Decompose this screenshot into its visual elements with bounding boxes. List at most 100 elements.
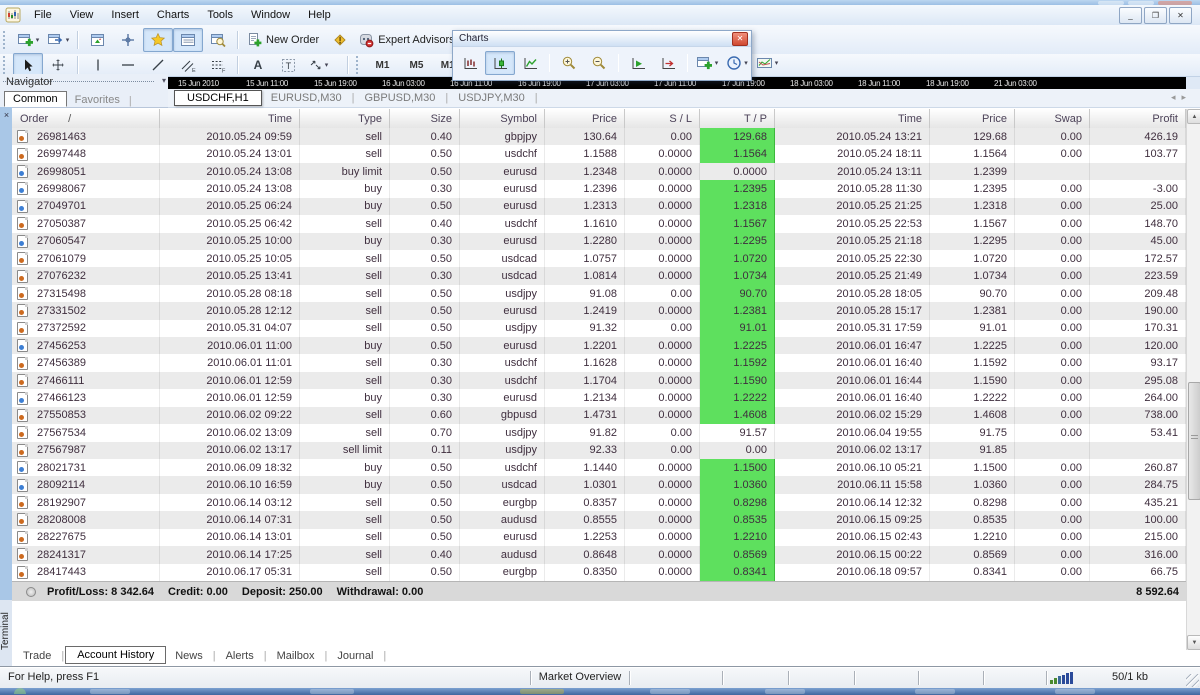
column-header-price[interactable]: Price xyxy=(545,109,625,128)
table-row[interactable]: 274661112010.06.01 12:59sell0.30usdchf1.… xyxy=(12,372,1186,389)
menu-window[interactable]: Window xyxy=(242,5,299,25)
terminal-tab-alerts[interactable]: Alerts xyxy=(217,648,263,664)
toolbar-grip[interactable] xyxy=(356,56,361,74)
table-row[interactable]: 275679872010.06.02 13:17sell limit0.11us… xyxy=(12,442,1186,459)
terminal-tab-news[interactable]: News xyxy=(166,648,212,664)
table-row[interactable]: 273315022010.05.28 12:12sell0.50eurusd1.… xyxy=(12,302,1186,319)
timeframe-m1[interactable]: M1 xyxy=(366,55,399,75)
chart-tab-usdjpy-m30[interactable]: USDJPY,M30 xyxy=(449,91,533,105)
toolbar-grip[interactable] xyxy=(3,31,8,49)
menu-charts[interactable]: Charts xyxy=(148,5,198,25)
terminal-tab-trade[interactable]: Trade xyxy=(14,648,60,664)
candlestick-chart-button[interactable] xyxy=(485,51,515,75)
table-row[interactable]: 280217312010.06.09 18:32buy0.50usdchf1.1… xyxy=(12,459,1186,476)
navigator-collapse-icon[interactable]: ▾ xyxy=(162,76,166,85)
resize-grip[interactable] xyxy=(1186,674,1199,687)
scroll-down-icon[interactable]: ▼ xyxy=(1187,635,1200,650)
expert-advisors-button[interactable]: Expert Advisors xyxy=(355,28,460,52)
metaeditor-button[interactable] xyxy=(325,28,355,52)
charts-toolbar-titlebar[interactable]: Charts ✕ xyxy=(453,31,751,47)
table-row[interactable]: 269974482010.05.24 13:01sell0.50usdchf1.… xyxy=(12,145,1186,162)
toolbar-grip[interactable] xyxy=(3,56,8,74)
periods-dropdown-button[interactable]: ▾ xyxy=(722,51,752,75)
menu-view[interactable]: View xyxy=(61,5,103,25)
auto-scroll-button[interactable] xyxy=(623,51,653,75)
column-header-order[interactable]: Order/ xyxy=(12,109,160,128)
table-row[interactable]: 274661232010.06.01 12:59buy0.30eurusd1.2… xyxy=(12,389,1186,406)
table-row[interactable]: 274562532010.06.01 11:00buy0.50eurusd1.2… xyxy=(12,337,1186,354)
table-row[interactable]: 282413172010.06.14 17:25sell0.40audusd0.… xyxy=(12,546,1186,563)
column-header-size[interactable]: Size xyxy=(390,109,460,128)
chart-tab-eurusd-m30[interactable]: EURUSD,M30 xyxy=(262,91,351,105)
table-row[interactable]: 284174432010.06.17 05:31sell0.50eurgbp0.… xyxy=(12,564,1186,581)
table-row[interactable]: 269980672010.05.24 13:08buy0.30eurusd1.2… xyxy=(12,180,1186,197)
table-row[interactable]: 281929072010.06.14 03:12sell0.50eurgbp0.… xyxy=(12,494,1186,511)
table-row[interactable]: 275675342010.06.02 13:09sell0.70usdjpy91… xyxy=(12,424,1186,441)
new-order-button[interactable]: New Order xyxy=(243,28,325,52)
terminal-tab-journal[interactable]: Journal xyxy=(328,648,382,664)
timeframe-m5[interactable]: M5 xyxy=(400,55,433,75)
terminal-tab-mailbox[interactable]: Mailbox xyxy=(268,648,324,664)
terminal-tab-account-history[interactable]: Account History xyxy=(65,646,166,664)
templates-dropdown-button[interactable]: ▾ xyxy=(752,51,782,75)
column-header-sl[interactable]: S / L xyxy=(625,109,700,128)
table-row[interactable]: 275508532010.06.02 09:22sell0.60gbpusd1.… xyxy=(12,407,1186,424)
line-chart-button[interactable] xyxy=(515,51,545,75)
arrows-tool-button[interactable]: ▾ xyxy=(303,53,333,77)
table-row[interactable]: 270605472010.05.25 10:00buy0.30eurusd1.2… xyxy=(12,233,1186,250)
table-row[interactable]: 270497012010.05.25 06:24buy0.50eurusd1.2… xyxy=(12,198,1186,215)
table-row[interactable]: 270762322010.05.25 13:41sell0.30usdcad1.… xyxy=(12,267,1186,284)
new-chart-dropdown-button[interactable]: ▾ xyxy=(692,51,722,75)
data-window-button[interactable] xyxy=(113,28,143,52)
table-row[interactable]: 282080082010.06.14 07:31sell0.50audusd0.… xyxy=(12,511,1186,528)
equidistant-channel-tool-button[interactable]: E xyxy=(173,53,203,77)
menu-insert[interactable]: Insert xyxy=(102,5,148,25)
column-header-tp[interactable]: T / P xyxy=(700,109,775,128)
menu-file[interactable]: File xyxy=(25,5,61,25)
table-row[interactable]: 274563892010.06.01 11:01sell0.30usdchf1.… xyxy=(12,354,1186,371)
chart-tab-usdchf-h1[interactable]: USDCHF,H1 xyxy=(174,90,262,106)
table-row[interactable]: 273725922010.05.31 04:07sell0.50usdjpy91… xyxy=(12,320,1186,337)
column-header-symbol[interactable]: Symbol xyxy=(460,109,545,128)
column-header-time[interactable]: Time xyxy=(160,109,300,128)
text-tool-button[interactable]: A xyxy=(243,53,273,77)
vertical-scrollbar[interactable]: ▲ ▼ xyxy=(1186,109,1200,650)
column-header-price2-close[interactable]: Price xyxy=(930,109,1015,128)
strategy-tester-button[interactable] xyxy=(203,28,233,52)
chart-tab-gbpusd-m30[interactable]: GBPUSD,M30 xyxy=(356,91,445,105)
mdi-close-button[interactable]: ✕ xyxy=(1169,7,1192,24)
terminal-toggle-button[interactable] xyxy=(173,28,203,52)
profiles-button[interactable]: ▾ xyxy=(43,28,73,52)
table-row[interactable]: 282276752010.06.14 13:01sell0.50eurusd1.… xyxy=(12,529,1186,546)
new-chart-button[interactable]: ▾ xyxy=(13,28,43,52)
navigator-toggle-button[interactable] xyxy=(143,28,173,52)
scrollbar-thumb[interactable] xyxy=(1188,382,1200,500)
chart-tab-scroll-arrows[interactable]: ◂▸ xyxy=(1171,92,1192,103)
text-label-tool-button[interactable]: T xyxy=(273,53,303,77)
menu-tools[interactable]: Tools xyxy=(198,5,242,25)
tab-scroll-right-icon[interactable]: ▸ xyxy=(1181,92,1192,102)
mdi-restore-button[interactable]: ❐ xyxy=(1144,7,1167,24)
table-row[interactable]: 269980512010.05.24 13:08buy limit0.50eur… xyxy=(12,163,1186,180)
market-watch-button[interactable] xyxy=(83,28,113,52)
table-row[interactable]: 273154982010.05.28 08:18sell0.50usdjpy91… xyxy=(12,285,1186,302)
table-row[interactable]: 280921142010.06.10 16:59buy0.50usdcad1.0… xyxy=(12,476,1186,493)
zoom-out-button[interactable] xyxy=(584,51,614,75)
column-header-time2-close[interactable]: Time xyxy=(775,109,930,128)
column-header-type[interactable]: Type xyxy=(300,109,390,128)
fibonacci-tool-button[interactable]: F xyxy=(203,53,233,77)
bar-chart-button[interactable] xyxy=(455,51,485,75)
navigator-header[interactable]: Navigator ▾ xyxy=(0,74,168,89)
navigator-tab-common[interactable]: Common xyxy=(4,91,67,107)
close-icon[interactable]: ✕ xyxy=(732,32,748,46)
menu-help[interactable]: Help xyxy=(299,5,340,25)
scroll-up-icon[interactable]: ▲ xyxy=(1187,109,1200,124)
chart-shift-button[interactable] xyxy=(653,51,683,75)
table-row[interactable]: 270503872010.05.25 06:42sell0.40usdchf1.… xyxy=(12,215,1186,232)
table-row[interactable]: 269814632010.05.24 09:59sell0.40gbpjpy13… xyxy=(12,128,1186,145)
column-header-profit-close[interactable]: Profit xyxy=(1090,109,1186,128)
table-row[interactable]: 270610792010.05.25 10:05sell0.50usdcad1.… xyxy=(12,250,1186,267)
navigator-tab-favorites[interactable]: Favorites xyxy=(67,93,128,107)
terminal-close-icon[interactable]: × xyxy=(1,109,12,120)
column-header-swap-close[interactable]: Swap xyxy=(1015,109,1090,128)
